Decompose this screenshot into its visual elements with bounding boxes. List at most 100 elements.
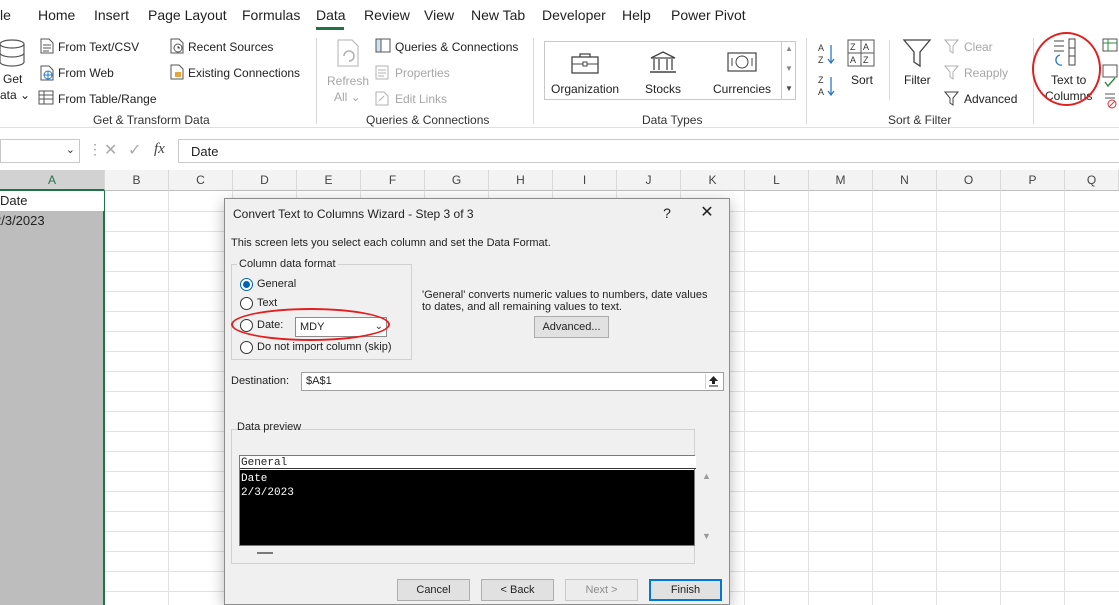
column-header-d[interactable]: D [233,170,297,191]
edit-links-button[interactable]: Edit Links [395,92,447,106]
properties-button[interactable]: Properties [395,66,450,80]
get-data-label-2[interactable]: ata ⌄ [0,88,30,102]
preview-scrollbar[interactable]: ▲ ▼ [699,469,715,547]
collapse-dialog-button[interactable] [705,374,722,389]
tab-data[interactable]: Data [316,7,346,23]
column-header-g[interactable]: G [425,170,489,191]
gallery-scroll[interactable]: ▲ ▼ ▼ [781,42,795,99]
general-note-line-1: 'General' converts numeric values to num… [422,289,708,301]
refresh-all-label-1[interactable]: Refresh [327,74,369,88]
column-header-c[interactable]: C [169,170,233,191]
radio-general[interactable] [240,278,253,291]
tab-formulas[interactable]: Formulas [242,7,300,23]
column-header-l[interactable]: L [745,170,809,191]
tab-new-tab[interactable]: New Tab [471,7,525,23]
chevron-down-icon[interactable]: ⌄ [66,143,75,156]
gallery-more-icon[interactable]: ▼ [785,84,793,93]
preview-row: Date [241,473,268,485]
tab-developer[interactable]: Developer [542,7,606,23]
reapply-button[interactable]: Reapply [964,66,1008,80]
sort-button[interactable]: Sort [851,73,873,87]
column-header-o[interactable]: O [937,170,1001,191]
tab-help[interactable]: Help [622,7,651,23]
recent-sources-icon [170,38,184,54]
radio-text[interactable] [240,297,253,310]
tab-view[interactable]: View [424,7,454,23]
destination-label: Destination: [231,375,290,387]
sort-dialog-icon: Z A A Z [847,39,875,67]
horizontal-scroll-thumb[interactable] [257,552,273,554]
recent-sources-button[interactable]: Recent Sources [188,40,273,54]
from-text-csv-button[interactable]: From Text/CSV [58,40,139,54]
existing-connections-button[interactable]: Existing Connections [188,66,300,80]
organization-button[interactable]: Organization [551,82,619,96]
column-header-a[interactable]: A [0,170,105,191]
advanced-filter-button[interactable]: Advanced [964,92,1017,106]
gridline [744,191,745,605]
data-tools-icons[interactable] [1102,38,1119,110]
radio-text-label[interactable]: Text [257,297,277,309]
cell-a1[interactable]: Date [0,191,104,211]
name-box[interactable]: ⌄ [0,139,80,163]
from-web-button[interactable]: From Web [58,66,114,80]
stocks-button[interactable]: Stocks [645,82,681,96]
gallery-up-icon[interactable]: ▲ [785,44,793,53]
formula-input[interactable]: Date [178,139,1119,163]
tab-insert[interactable]: Insert [94,7,129,23]
selected-column-a[interactable] [0,191,105,605]
help-button[interactable]: ? [657,203,677,223]
cell-a2[interactable]: 2/3/2023 [0,211,98,231]
advanced-filter-icon [944,91,959,106]
advanced-button[interactable]: Advanced... [534,316,609,338]
column-header-b[interactable]: B [105,170,169,191]
gallery-down-icon[interactable]: ▼ [785,64,793,73]
next-button[interactable]: Next > [565,579,638,601]
clear-button[interactable]: Clear [964,40,993,54]
convert-text-to-columns-dialog: Convert Text to Columns Wizard - Step 3 … [224,198,730,605]
menu-bar: le Home Insert Page Layout Formulas Data… [0,0,1119,32]
column-header-k[interactable]: K [681,170,745,191]
column-header-e[interactable]: E [297,170,361,191]
tab-review[interactable]: Review [364,7,410,23]
column-header-j[interactable]: J [617,170,681,191]
cancel-formula-icon[interactable]: ✕ [104,140,117,160]
preview-column-data[interactable]: Date 2/3/2023 [240,470,694,545]
column-header-i[interactable]: I [553,170,617,191]
data-preview[interactable]: General Date 2/3/2023 [239,455,696,546]
radio-general-label[interactable]: General [257,278,296,290]
refresh-all-label-2[interactable]: All ⌄ [334,90,361,104]
radio-skip-label[interactable]: Do not import column (skip) [257,341,392,353]
currencies-button[interactable]: Currencies [713,82,771,96]
column-header-h[interactable]: H [489,170,553,191]
column-header-m[interactable]: M [809,170,873,191]
column-header-q[interactable]: Q [1065,170,1119,191]
scroll-up-icon[interactable]: ▲ [702,471,711,481]
destination-field[interactable]: $A$1 [301,372,724,391]
finish-button[interactable]: Finish [649,579,722,601]
from-table-range-button[interactable]: From Table/Range [58,92,157,106]
group-separator [316,38,317,124]
cancel-button[interactable]: Cancel [397,579,470,601]
clear-filter-icon [944,39,959,54]
filter-button[interactable]: Filter [904,73,931,87]
column-header-f[interactable]: F [361,170,425,191]
tab-home[interactable]: Home [38,7,75,23]
insert-function-icon[interactable]: fx [154,141,165,158]
tab-power-pivot[interactable]: Power Pivot [671,7,746,23]
close-icon[interactable]: ✕ [695,203,719,223]
sort-za-icon[interactable]: Z A [817,74,837,98]
queries-connections-button[interactable]: Queries & Connections [395,40,518,54]
preview-column-header[interactable]: General [240,456,696,469]
column-header-n[interactable]: N [873,170,937,191]
tab-page-layout[interactable]: Page Layout [148,7,227,23]
sort-az-icon[interactable]: A Z [817,42,837,66]
briefcase-icon [571,53,599,74]
scroll-down-icon[interactable]: ▼ [702,531,711,541]
group-separator [806,38,807,124]
get-data-label-1[interactable]: Get [3,72,22,86]
column-header-p[interactable]: P [1001,170,1065,191]
tab-file-partial[interactable]: le [0,7,11,23]
back-button[interactable]: < Back [481,579,554,601]
enter-formula-icon[interactable]: ✓ [128,140,141,160]
radio-skip[interactable] [240,341,253,354]
